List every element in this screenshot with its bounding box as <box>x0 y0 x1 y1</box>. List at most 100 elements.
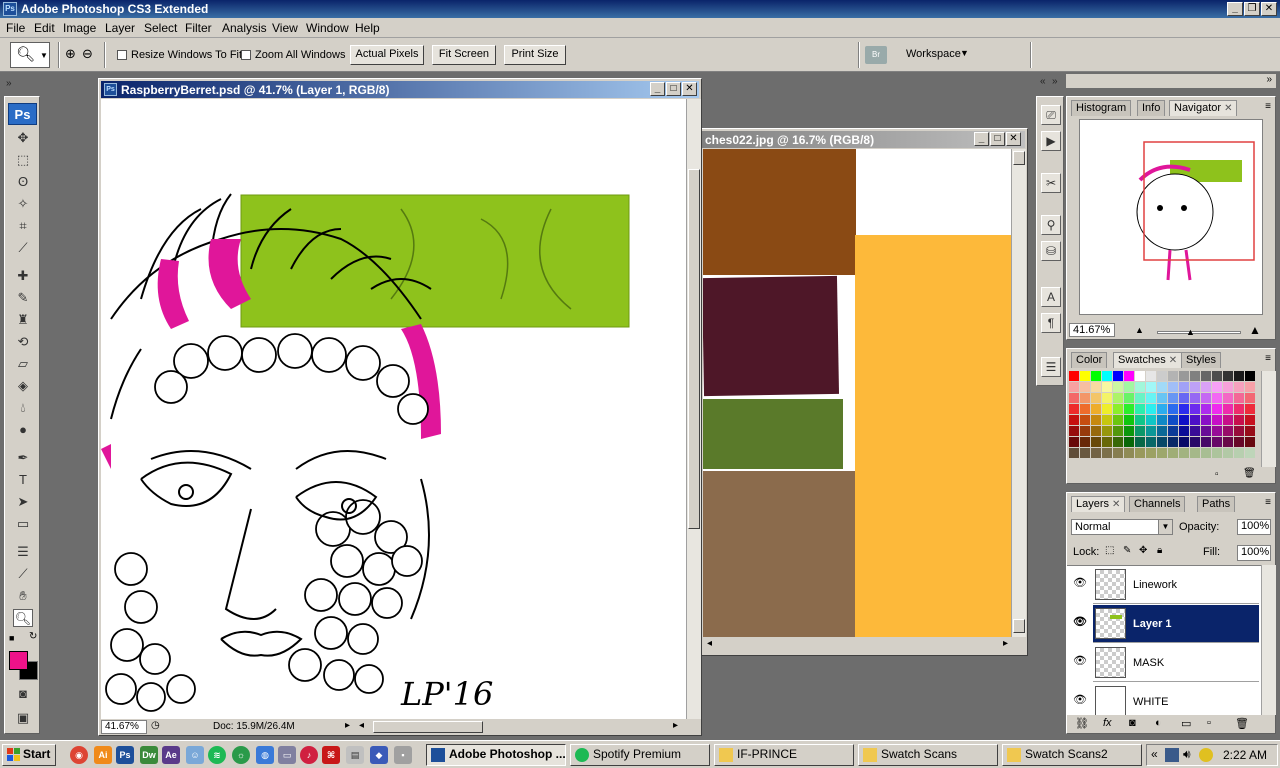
restore-icon[interactable]: ❐ <box>1244 2 1260 16</box>
tray-app-icon[interactable] <box>1199 748 1213 762</box>
close-icon[interactable]: ✕ <box>1006 132 1021 146</box>
swatch-cell[interactable] <box>1157 437 1167 447</box>
history-panel-icon[interactable]: ⎚ <box>1041 105 1061 125</box>
scroll-left-arrow[interactable]: ◂ <box>359 720 364 731</box>
swatch-cell[interactable] <box>1212 437 1222 447</box>
swatch-cell[interactable] <box>1245 404 1255 414</box>
tab-channels[interactable]: Channels <box>1129 496 1186 512</box>
swatch-cell[interactable] <box>1245 415 1255 425</box>
task-if-prince[interactable]: IF-PRINCE <box>714 744 854 766</box>
swatch-cell[interactable] <box>1146 404 1156 414</box>
swatch-cell[interactable] <box>1223 404 1233 414</box>
vertical-scrollbar[interactable] <box>686 99 701 719</box>
swatch-cell[interactable] <box>1179 426 1189 436</box>
swatch-cell[interactable] <box>1190 415 1200 425</box>
swatch-cell[interactable] <box>1245 437 1255 447</box>
document-title-bar[interactable]: ches022.jpg @ 16.7% (RGB/8) _ □ ✕ <box>701 131 1025 148</box>
swatch-cell[interactable] <box>1146 448 1156 458</box>
swatch-cell[interactable] <box>1190 437 1200 447</box>
swatch-cell[interactable] <box>1091 382 1101 392</box>
path-selection-tool-icon[interactable]: ➤ <box>13 493 33 511</box>
swatch-cell[interactable] <box>1124 393 1134 403</box>
swatch-cell[interactable] <box>1168 393 1178 403</box>
document-window-swatches[interactable]: ches022.jpg @ 16.7% (RGB/8) _ □ ✕ ◂ ▸ <box>700 128 1028 656</box>
eraser-tool-icon[interactable]: ▱ <box>13 355 33 373</box>
swatch-cell[interactable] <box>1245 382 1255 392</box>
brush-tool-icon[interactable]: ✎ <box>13 289 33 307</box>
layers-scrollbar[interactable] <box>1261 565 1276 715</box>
swatch-cell[interactable] <box>1234 371 1244 381</box>
swatch-cell[interactable] <box>1223 393 1233 403</box>
print-size-button[interactable]: Print Size <box>504 45 566 65</box>
swatch-cell[interactable] <box>1179 437 1189 447</box>
brushes-panel-icon[interactable]: ⚲ <box>1041 215 1061 235</box>
swatch-grid[interactable] <box>1069 371 1261 467</box>
layer-row-white[interactable]: 👁︎ WHITE <box>1073 683 1259 715</box>
swatch-cell[interactable] <box>1124 426 1134 436</box>
link-layers-icon[interactable]: ⛓ <box>1075 717 1089 730</box>
swatch-cell[interactable] <box>1135 437 1145 447</box>
swatch-cell[interactable] <box>1135 415 1145 425</box>
slider-handle[interactable]: ▲ <box>1186 327 1195 337</box>
layers-list[interactable]: 👁︎ Linework 👁︎ Layer 1 👁︎ MASK 👁︎ WHITE <box>1067 565 1261 715</box>
swatches-scrollbar[interactable] <box>1261 371 1276 467</box>
itunes-icon[interactable]: ♪ <box>300 746 318 764</box>
swatch-cell[interactable] <box>1179 415 1189 425</box>
swatch-cell[interactable] <box>1080 448 1090 458</box>
trash-icon[interactable]: 🗑︎ <box>1235 717 1249 730</box>
swatch-cell[interactable] <box>1091 393 1101 403</box>
acrobat-icon[interactable]: ⌘ <box>322 746 340 764</box>
zoom-all-windows-checkbox[interactable] <box>241 50 251 60</box>
swatch-cell[interactable] <box>1080 393 1090 403</box>
swatch-cell[interactable] <box>1091 371 1101 381</box>
swatch-cell[interactable] <box>1069 393 1079 403</box>
swatch-cell[interactable] <box>1157 393 1167 403</box>
swatch-cell[interactable] <box>1102 437 1112 447</box>
swatch-cell[interactable] <box>1245 393 1255 403</box>
tab-styles[interactable]: Styles <box>1181 352 1221 368</box>
minimize-icon[interactable]: _ <box>1227 2 1243 16</box>
menu-view[interactable]: View <box>272 21 298 35</box>
swatch-cell[interactable] <box>1091 426 1101 436</box>
dreamweaver-icon[interactable]: Dw <box>140 746 158 764</box>
swatch-cell[interactable] <box>1245 426 1255 436</box>
chevron-down-icon[interactable]: ▼ <box>1158 520 1172 534</box>
swatch-cell[interactable] <box>1168 426 1178 436</box>
notes-tool-icon[interactable]: ☰ <box>13 543 33 561</box>
swatch-cell[interactable] <box>1080 382 1090 392</box>
lasso-tool-icon[interactable]: ʘ <box>13 173 33 191</box>
collapse-arrows-icon[interactable]: » <box>1266 74 1272 85</box>
swatch-cell[interactable] <box>1212 415 1222 425</box>
chrome-icon[interactable]: ◉ <box>70 746 88 764</box>
swatch-cell[interactable] <box>1168 415 1178 425</box>
clone-source-panel-icon[interactable]: ⛁ <box>1041 241 1061 261</box>
swatch-cell[interactable] <box>1212 393 1222 403</box>
character-panel-icon[interactable]: A <box>1041 287 1061 307</box>
zoom-out-mountain-icon[interactable]: ▲ <box>1135 325 1144 335</box>
menu-layer[interactable]: Layer <box>105 21 135 35</box>
volume-icon[interactable]: 🔊︎ <box>1183 747 1191 762</box>
blur-tool-icon[interactable]: 💧︎ <box>13 399 33 417</box>
new-group-icon[interactable]: ▭ <box>1181 717 1191 730</box>
swatch-cell[interactable] <box>1245 371 1255 381</box>
illustrator-icon[interactable]: Ai <box>94 746 112 764</box>
after-effects-icon[interactable]: Ae <box>162 746 180 764</box>
visibility-eye-icon[interactable]: 👁︎ <box>1071 615 1089 631</box>
swatch-cell[interactable] <box>1190 426 1200 436</box>
tool-preset-picker[interactable]: 🔍︎ ▼ <box>10 42 50 68</box>
swatch-cell[interactable] <box>1234 437 1244 447</box>
menu-select[interactable]: Select <box>144 21 177 35</box>
swatch-cell[interactable] <box>1091 437 1101 447</box>
layer-row-linework[interactable]: 👁︎ Linework <box>1073 566 1259 604</box>
foreground-color-swatch[interactable] <box>9 651 28 670</box>
tab-info[interactable]: Info <box>1137 100 1166 116</box>
swatch-cell[interactable] <box>1223 448 1233 458</box>
swatch-cell[interactable] <box>1190 371 1200 381</box>
swatch-cell[interactable] <box>1069 382 1079 392</box>
close-tab-icon[interactable]: ✕ <box>1112 499 1120 510</box>
swatch-cell[interactable] <box>1080 415 1090 425</box>
swatch-cell[interactable] <box>1135 371 1145 381</box>
history-brush-tool-icon[interactable]: ⟲ <box>13 333 33 351</box>
layer-row-layer-1[interactable]: 👁︎ Layer 1 <box>1073 605 1259 643</box>
add-mask-icon[interactable]: ◙ <box>1129 717 1136 729</box>
